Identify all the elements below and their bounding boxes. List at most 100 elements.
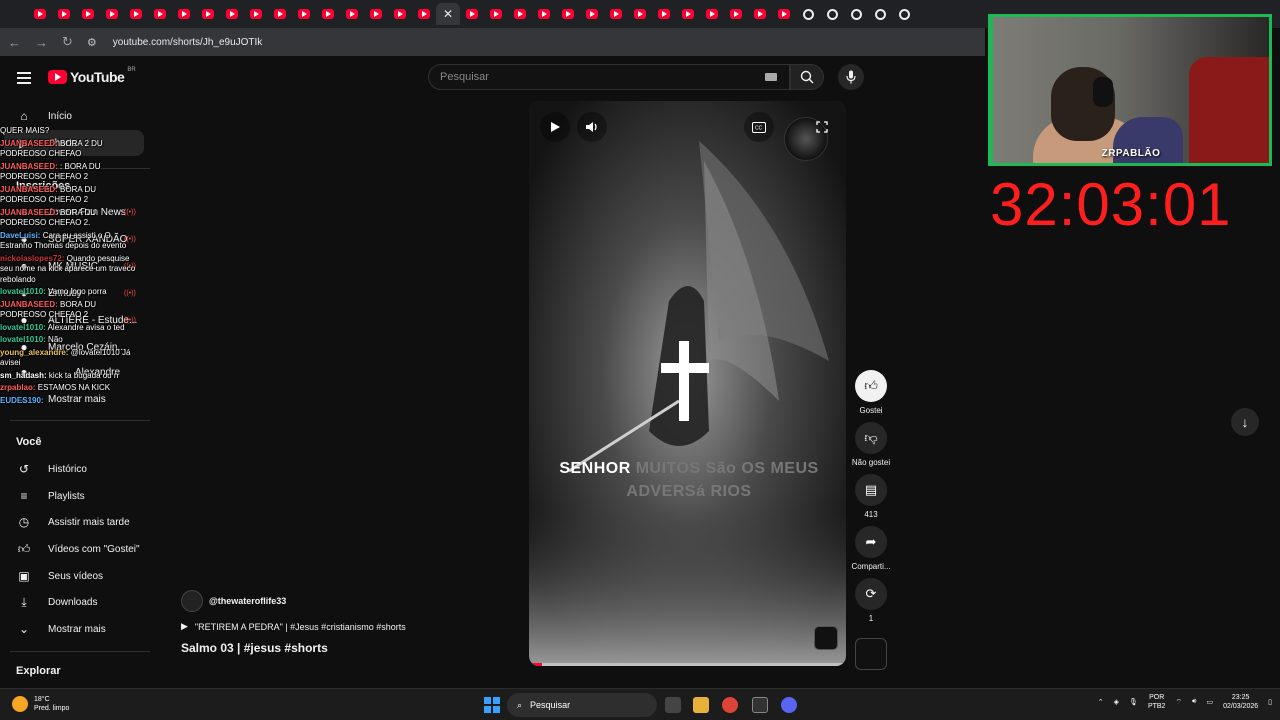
browser-tab[interactable] <box>676 3 700 25</box>
browser-tab[interactable] <box>532 3 556 25</box>
taskbar-search[interactable]: ⌕ Pesquisar <box>507 693 657 717</box>
sidebar-item-show-more[interactable]: ⌄ Mostrar mais <box>0 616 150 642</box>
browser-tab[interactable] <box>604 3 628 25</box>
browser-tab[interactable] <box>52 3 76 25</box>
input-language[interactable]: POR PTB2 <box>1148 693 1166 711</box>
speaker-icon[interactable]: 🔊︎ <box>1192 698 1196 706</box>
sidebar-item-your-videos[interactable]: ▣ Seus vídeos <box>0 563 150 589</box>
forward-icon[interactable]: → <box>35 35 48 50</box>
subscriptions-heading[interactable]: Inscrições <box>16 180 70 192</box>
captions-button[interactable]: CC <box>744 112 774 142</box>
sidebar-subscription[interactable]: ● MK MUSIC ((•)) <box>0 253 150 279</box>
browser-tab[interactable] <box>220 3 244 25</box>
play-button[interactable] <box>540 112 570 142</box>
browser-tab[interactable] <box>844 3 868 25</box>
browser-tab[interactable] <box>148 3 172 25</box>
keyboard-icon[interactable] <box>765 73 777 81</box>
browser-tab-active[interactable]: ✕ <box>436 3 460 25</box>
channel-avatar[interactable] <box>181 590 203 612</box>
browser-tab[interactable] <box>340 3 364 25</box>
sidebar-item-home[interactable]: ⌂ Início <box>0 103 150 129</box>
shorts-player[interactable]: CC SENHOR MUITOS São OS MEUS ADVERSá RIO… <box>529 101 846 666</box>
channel-handle[interactable]: @thewateroflife33 <box>209 596 286 606</box>
browser-tab[interactable] <box>820 3 844 25</box>
next-short-button[interactable]: ↓ <box>1231 408 1259 436</box>
browser-tab[interactable] <box>28 3 52 25</box>
browser-tab[interactable] <box>244 3 268 25</box>
like-button[interactable]: 👍︎ <box>855 370 887 402</box>
task-view-icon[interactable] <box>665 697 681 713</box>
voice-search-button[interactable] <box>838 64 864 90</box>
you-heading[interactable]: Você <box>16 436 41 448</box>
sound-action[interactable] <box>850 638 892 670</box>
browser-tab[interactable] <box>796 3 820 25</box>
browser-tab[interactable] <box>268 3 292 25</box>
clock[interactable]: 23:25 02/03/2026 <box>1223 693 1258 711</box>
remix-button[interactable]: ⟳ <box>855 578 887 610</box>
sidebar-item-history[interactable]: ↺ Histórico <box>0 456 150 482</box>
browser-tab[interactable] <box>388 3 412 25</box>
sidebar-item-liked-videos[interactable]: 👍︎ Vídeos com "Gostei" <box>0 536 150 562</box>
browser-tab[interactable] <box>508 3 532 25</box>
discord-icon[interactable] <box>781 697 797 713</box>
microphone-icon[interactable]: 🎙︎ <box>1129 698 1138 706</box>
chevron-up-icon[interactable]: ⌃ <box>1098 698 1104 706</box>
browser-tab[interactable] <box>724 3 748 25</box>
sidebar-subscription[interactable]: ● Alexandre <box>0 359 150 385</box>
browser-tab[interactable] <box>700 3 724 25</box>
sidebar-subscription[interactable]: ● ALTIERE - Estude... ((•)) <box>0 307 150 333</box>
browser-tab[interactable] <box>868 3 892 25</box>
browser-tab[interactable] <box>76 3 100 25</box>
related-video-link[interactable]: ▶ "RETIREM A PEDRA" | #Jesus #cristianis… <box>181 621 511 632</box>
obs-icon[interactable] <box>752 697 768 713</box>
url-field[interactable]: youtube.com/shorts/Jh_e9uJOTIk <box>113 37 263 48</box>
start-button[interactable] <box>484 697 500 713</box>
sidebar-item-shorts[interactable]: ▶ Shorts <box>4 130 144 156</box>
wifi-icon[interactable]: ⌔ <box>1175 698 1182 707</box>
browser-tab[interactable] <box>772 3 796 25</box>
search-input[interactable]: Pesquisar <box>428 64 790 90</box>
sidebar-subscription[interactable]: ● SUPER XANDÃO ((•)) <box>0 226 150 252</box>
sidebar-item-downloads[interactable]: ⤓ Downloads <box>0 589 150 615</box>
channel-row[interactable]: @thewateroflife33 <box>181 590 511 612</box>
file-explorer-icon[interactable] <box>693 697 709 713</box>
browser-tab[interactable] <box>364 3 388 25</box>
like-action[interactable]: 👍︎ Gostei <box>850 370 892 415</box>
browser-tab[interactable] <box>172 3 196 25</box>
browser-tab[interactable] <box>292 3 316 25</box>
browser-tab[interactable] <box>556 3 580 25</box>
site-info-icon[interactable]: ⚙ <box>87 36 97 49</box>
sound-thumbnail[interactable] <box>855 638 887 670</box>
sidebar-subscription[interactable]: ● Marcelo Cezáin... <box>0 334 150 360</box>
sidebar-subscription[interactable]: ● Ennuby ((•)) <box>0 280 150 306</box>
sidebar-item-playlists[interactable]: ≡ Playlists <box>0 483 150 509</box>
browser-tab[interactable] <box>892 3 916 25</box>
browser-tab[interactable] <box>316 3 340 25</box>
browser-tab[interactable] <box>580 3 604 25</box>
fullscreen-button[interactable] <box>807 112 837 142</box>
notification-icon[interactable]: ▯ <box>1268 698 1272 706</box>
browser-tab[interactable] <box>460 3 484 25</box>
browser-tab[interactable] <box>196 3 220 25</box>
share-action[interactable]: ➦ Comparti... <box>850 526 892 571</box>
video-progress-bar[interactable] <box>529 663 846 666</box>
browser-tab[interactable] <box>484 3 508 25</box>
dislike-action[interactable]: 👎︎ Não gostei <box>850 422 892 467</box>
browser-tab[interactable] <box>412 3 436 25</box>
comments-action[interactable]: ▤ 413 <box>850 474 892 519</box>
sidebar-item-watch-later[interactable]: ◷ Assistir mais tarde <box>0 509 150 535</box>
network-icon[interactable]: ◈ <box>1114 698 1119 706</box>
share-button[interactable]: ➦ <box>855 526 887 558</box>
mute-button[interactable] <box>577 112 607 142</box>
sidebar-show-more-subscriptions[interactable]: ⌄ Mostrar mais <box>0 386 150 412</box>
menu-icon[interactable] <box>17 72 31 87</box>
reload-icon[interactable]: ↻ <box>62 34 73 50</box>
browser-tab[interactable] <box>628 3 652 25</box>
remix-action[interactable]: ⟳ 1 <box>850 578 892 623</box>
weather-widget[interactable]: 18°C Pred. limpo <box>12 695 69 713</box>
browser-tab[interactable] <box>100 3 124 25</box>
comments-button[interactable]: ▤ <box>855 474 887 506</box>
browser-tab[interactable] <box>652 3 676 25</box>
youtube-logo[interactable]: YouTube BR <box>48 67 136 85</box>
sidebar-subscription[interactable]: ● Jovem Pan News ((•)) <box>0 199 150 225</box>
